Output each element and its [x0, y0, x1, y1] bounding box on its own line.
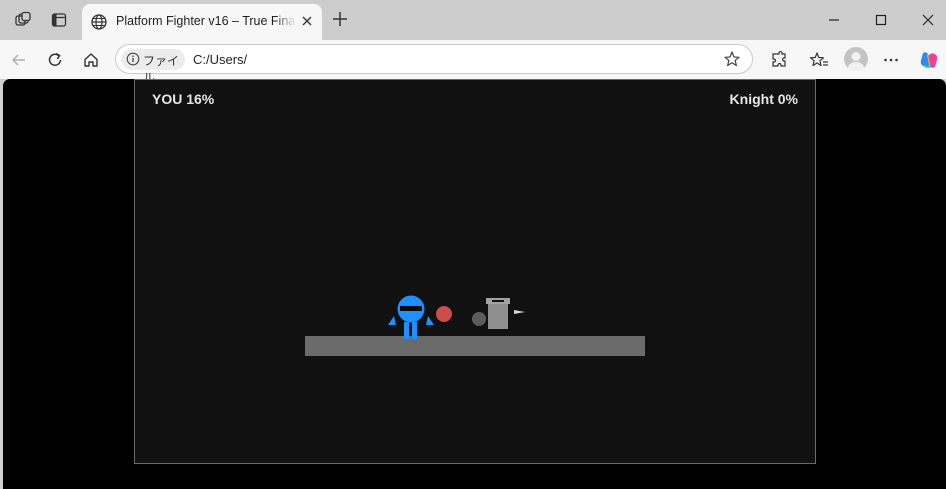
address-bar[interactable]: ファイル C:/Users/: [115, 44, 753, 85]
active-tab[interactable]: Platform Fighter v16 – True Final B: [82, 4, 322, 40]
new-tab-button[interactable]: [330, 9, 350, 34]
profile-avatar[interactable]: [844, 47, 868, 71]
enemy-label: Knight: [729, 91, 774, 107]
enemy-damage: 0%: [777, 91, 798, 107]
info-icon: [126, 52, 140, 71]
vertical-tabs-icon[interactable]: [45, 8, 73, 32]
extensions-icon[interactable]: [766, 47, 792, 73]
browser-toolbar: ファイル C:/Users/: [0, 40, 946, 85]
player-damage: 16%: [186, 91, 215, 107]
knight-enemy: [486, 298, 510, 329]
close-tab-icon[interactable]: [300, 14, 314, 33]
copilot-icon[interactable]: [916, 47, 942, 73]
back-arrow-icon[interactable]: [6, 47, 32, 73]
workspaces-icon[interactable]: [9, 8, 37, 32]
more-options-icon[interactable]: [878, 47, 904, 73]
fireball-projectile: [436, 306, 452, 322]
close-window-icon[interactable]: [913, 10, 943, 30]
game-canvas[interactable]: YOU 16% Knight 0%: [134, 79, 816, 464]
player-label: YOU: [152, 91, 183, 107]
url-text[interactable]: C:/Users/: [193, 52, 247, 67]
home-icon[interactable]: [78, 47, 104, 73]
player-fighter: [388, 295, 434, 339]
site-info-chip[interactable]: ファイル: [121, 49, 185, 85]
player-damage-readout: YOU 16%: [152, 91, 214, 107]
minimize-icon[interactable]: [819, 10, 849, 30]
refresh-icon[interactable]: [42, 47, 68, 73]
knight-sword: [514, 310, 525, 314]
stage-platform: [305, 336, 645, 356]
maximize-icon[interactable]: [866, 10, 896, 30]
tab-title: Platform Fighter v16 – True Final B: [116, 14, 296, 28]
tab-strip: Platform Fighter v16 – True Final B: [0, 0, 946, 40]
favorites-icon[interactable]: [806, 47, 832, 73]
enemy-damage-readout: Knight 0%: [730, 91, 798, 107]
globe-icon: [90, 13, 108, 36]
favorite-star-icon[interactable]: [723, 50, 741, 73]
